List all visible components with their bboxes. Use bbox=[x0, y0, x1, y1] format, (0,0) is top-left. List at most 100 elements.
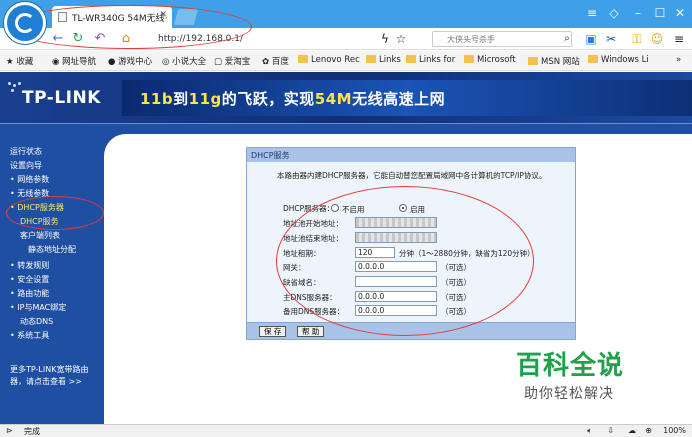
bookmark-item[interactable]: ★ 收藏 bbox=[6, 55, 33, 67]
tab-title: TL-WR340G 54M无线· bbox=[72, 14, 168, 24]
dhcp-disable-radio[interactable] bbox=[331, 204, 339, 212]
lease-time-label: 地址租期： bbox=[283, 249, 321, 258]
dhcp-disable-label: 不启用 bbox=[342, 205, 365, 214]
primary-dns-label: 主DNS服务器： bbox=[283, 293, 337, 302]
save-button[interactable]: 保 存 bbox=[259, 326, 287, 337]
bookmark-item[interactable]: ✿ 百度 bbox=[262, 55, 289, 67]
browser-tab[interactable]: TL-WR340G 54M无线· ✕ bbox=[52, 6, 172, 28]
sidebar-item-ip-mac-binding[interactable]: • IP与MAC绑定 bbox=[10, 302, 66, 313]
search-icon[interactable]: ⌕ bbox=[560, 31, 574, 47]
pool-start-label: 地址池开始地址： bbox=[283, 219, 343, 228]
emoji-icon[interactable]: ☺ bbox=[650, 31, 664, 47]
search-input[interactable] bbox=[432, 31, 572, 47]
key-icon[interactable]: ⚿ bbox=[630, 31, 644, 47]
lease-time-note: 分钟（1～2880分钟，缺省为120分钟） bbox=[399, 249, 535, 258]
sidebar-item-status[interactable]: 运行状态 bbox=[10, 146, 42, 157]
browser-status-bar: ⊳ 完成 🔈︎ ⇩ ☁ ⊕ 100% bbox=[0, 424, 692, 437]
router-sidebar: 运行状态 设置向导 • 网络参数 • 无线参数 • DHCP服务器 DHCP服务… bbox=[0, 124, 104, 424]
optional-note: （可选） bbox=[441, 263, 471, 272]
cloud-icon[interactable]: ☁ bbox=[628, 426, 636, 435]
dhcp-enable-label: 启用 bbox=[410, 205, 425, 214]
pool-end-input[interactable] bbox=[355, 232, 437, 243]
optional-note: （可选） bbox=[441, 293, 471, 302]
panel-title: DHCP服务 bbox=[247, 148, 575, 162]
bookmarks-overflow-icon[interactable]: » bbox=[676, 55, 681, 65]
bookmark-item[interactable]: ● 游戏中心 bbox=[108, 55, 152, 67]
bookmark-item[interactable]: ▢ 爱淘宝 bbox=[214, 55, 250, 67]
close-tab-icon[interactable]: ✕ bbox=[159, 10, 167, 20]
bookmark-item[interactable]: MSN 网站 bbox=[528, 55, 580, 67]
close-window-icon[interactable]: ✕ bbox=[672, 6, 688, 20]
optional-note: （可选） bbox=[441, 307, 471, 316]
zoom-level[interactable]: 100% bbox=[663, 426, 686, 435]
refresh-icon[interactable]: ↻ bbox=[70, 31, 86, 47]
bookmark-item[interactable]: ◉ 网址导航 bbox=[52, 55, 96, 67]
bookmark-item[interactable]: ◎ 小说大全 bbox=[162, 55, 206, 67]
dhcp-settings-panel: DHCP服务 本路由器内建DHCP服务器，它能自动替您配置局域网中各计算机的TC… bbox=[246, 147, 576, 340]
navigation-bar: ← ↻ ↶ ⌂ ϟ ☆ ⌕ ▣ ✂ ⚿ ☺ ≡ bbox=[0, 28, 692, 50]
home-icon[interactable]: ⌂ bbox=[118, 31, 134, 47]
bookmarks-bar: ★ 收藏 ◉ 网址导航 ● 游戏中心 ◎ 小说大全 ▢ 爱淘宝 ✿ 百度 Len… bbox=[0, 51, 692, 71]
more-products-link[interactable]: 更多TP-LINK宽带路由 bbox=[10, 364, 88, 375]
sidebar-item-routing[interactable]: • 路由功能 bbox=[10, 288, 49, 299]
sidebar-item-static-address[interactable]: 静态地址分配 bbox=[28, 244, 76, 255]
lightning-icon[interactable]: ϟ bbox=[378, 31, 392, 47]
dhcp-enable-radio[interactable] bbox=[399, 204, 407, 212]
skin-icon[interactable]: ◇ bbox=[606, 6, 622, 20]
pool-end-label: 地址池结束地址： bbox=[283, 234, 343, 243]
maximize-icon[interactable]: ☐ bbox=[652, 6, 668, 20]
sidebar-item-ddns[interactable]: 动态DNS bbox=[20, 316, 53, 327]
more-menu-icon[interactable]: ≡ bbox=[672, 31, 686, 47]
watermark-subtitle: 助你轻松解决 bbox=[524, 386, 614, 402]
sidebar-item-system-tools[interactable]: • 系统工具 bbox=[10, 330, 49, 341]
panel-intro: 本路由器内建DHCP服务器，它能自动替您配置局域网中各计算机的TCP/IP协议。 bbox=[277, 171, 547, 180]
minimize-icon[interactable]: – bbox=[630, 6, 646, 20]
primary-dns-input[interactable] bbox=[355, 291, 437, 302]
domain-input[interactable] bbox=[355, 276, 437, 287]
sidebar-item-dhcp-service[interactable]: DHCP服务 bbox=[20, 216, 59, 227]
bookmark-item[interactable]: Lenovo Rec bbox=[298, 55, 360, 65]
tp-link-logo: TP-LINK bbox=[22, 88, 101, 108]
sidebar-item-security[interactable]: • 安全设置 bbox=[10, 274, 49, 285]
bookmark-item[interactable]: Microsoft bbox=[464, 55, 516, 65]
sidebar-item-forwarding[interactable]: • 转发规则 bbox=[10, 260, 49, 271]
panel-button-bar: 保 存 帮 助 bbox=[247, 322, 575, 339]
screenshot-icon[interactable]: ✂ bbox=[604, 31, 618, 47]
extension-icon[interactable]: ▣ bbox=[584, 31, 598, 47]
page-icon bbox=[58, 12, 67, 22]
sidebar-item-client-list[interactable]: 客户端列表 bbox=[20, 230, 60, 241]
optional-note: （可选） bbox=[441, 278, 471, 287]
browser-logo-icon[interactable] bbox=[4, 2, 46, 44]
bookmark-star-icon[interactable]: ☆ bbox=[394, 31, 408, 47]
gateway-label: 网关： bbox=[283, 263, 306, 272]
speaker-icon[interactable]: 🔈︎ bbox=[587, 426, 592, 436]
menu-icon[interactable]: ≡ bbox=[584, 6, 600, 20]
undo-icon[interactable]: ↶ bbox=[92, 31, 108, 47]
bookmark-item[interactable]: Windows Li bbox=[588, 55, 649, 65]
more-products-link-2[interactable]: 器，请点击查看 >> bbox=[10, 376, 82, 387]
bookmark-item[interactable]: Links for bbox=[406, 55, 455, 65]
zoom-icon[interactable]: ⊕ bbox=[645, 426, 652, 435]
tp-link-banner: TP-LINK 11b到11g的飞跃，实现54M无线高速上网 bbox=[0, 72, 692, 124]
bookmark-item[interactable]: Links bbox=[366, 55, 401, 65]
sidebar-item-wizard[interactable]: 设置向导 bbox=[10, 160, 42, 171]
pool-start-input[interactable] bbox=[355, 217, 437, 228]
sidebar-item-network[interactable]: • 网络参数 bbox=[10, 174, 49, 185]
download-icon[interactable]: ⇩ bbox=[607, 426, 614, 435]
sidebar-item-dhcp-server[interactable]: • DHCP服务器 bbox=[10, 202, 64, 213]
watermark-title: 百科全说 bbox=[516, 351, 625, 381]
logo-dots-icon bbox=[8, 82, 22, 94]
dhcp-server-label: DHCP服务器： bbox=[283, 204, 335, 213]
lease-time-input[interactable] bbox=[355, 247, 395, 258]
help-button[interactable]: 帮 助 bbox=[297, 326, 325, 337]
secondary-dns-label: 备用DNS服务器： bbox=[283, 307, 345, 316]
back-icon[interactable]: ← bbox=[50, 31, 66, 47]
secondary-dns-input[interactable] bbox=[355, 305, 437, 316]
slogan-text: 11b到11g的飞跃，实现54M无线高速上网 bbox=[140, 90, 446, 108]
sidebar-item-wireless[interactable]: • 无线参数 bbox=[10, 188, 49, 199]
new-tab-button[interactable] bbox=[173, 9, 199, 25]
sidebar-toggle-icon[interactable]: ⊳ bbox=[6, 426, 13, 435]
status-text: 完成 bbox=[24, 427, 40, 436]
gateway-input[interactable] bbox=[355, 261, 437, 272]
browser-tab-bar: TL-WR340G 54M无线· ✕ ≡ ◇ – ☐ ✕ bbox=[0, 0, 692, 28]
